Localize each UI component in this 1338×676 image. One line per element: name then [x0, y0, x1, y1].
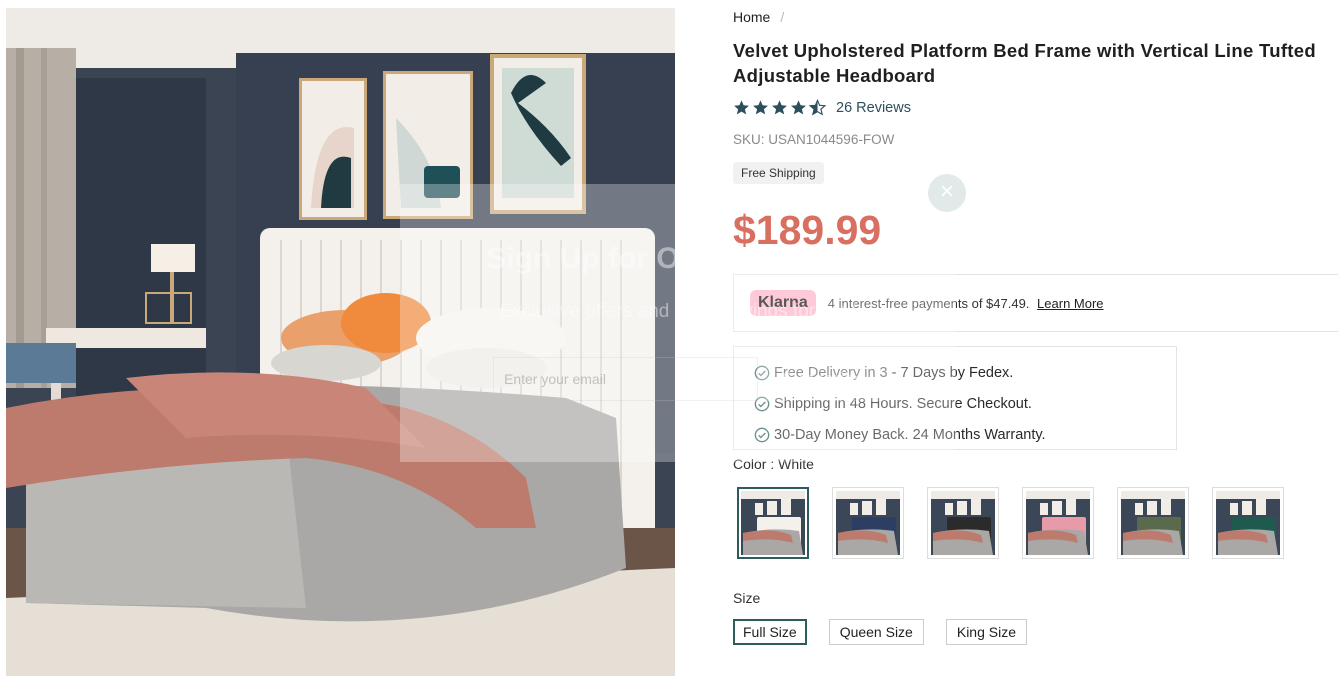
color-swatches	[737, 487, 1284, 559]
star-icon	[791, 100, 806, 115]
subscribe-button[interactable]: Subscribe	[758, 357, 888, 401]
star-half-icon	[809, 99, 826, 116]
swatch-thumbnail	[741, 491, 805, 555]
swatch-thumbnail	[1121, 491, 1185, 555]
product-title: Velvet Upholstered Platform Bed Frame wi…	[733, 40, 1316, 86]
color-swatch[interactable]	[927, 487, 999, 559]
rating[interactable]: 26 Reviews	[733, 99, 911, 116]
size-option-king[interactable]: King Size	[945, 619, 1028, 645]
color-swatch[interactable]	[832, 487, 904, 559]
breadcrumb-separator: /	[780, 9, 785, 25]
color-swatch[interactable]	[1117, 487, 1189, 559]
newsletter-popup: Sign Up for Our Newsletter Exclusive off…	[400, 174, 966, 462]
color-swatch[interactable]	[737, 487, 809, 559]
close-icon[interactable]: ×	[928, 174, 966, 212]
size-options: Full Size Queen Size King Size	[733, 619, 1028, 645]
color-swatch[interactable]	[1022, 487, 1094, 559]
star-icon	[734, 100, 749, 115]
star-icon	[772, 100, 787, 115]
swatch-thumbnail	[836, 491, 900, 555]
learn-more-link[interactable]: Learn More	[1037, 296, 1103, 311]
email-input[interactable]: Enter your email	[493, 357, 758, 401]
swatch-thumbnail	[931, 491, 995, 555]
color-swatch[interactable]	[1212, 487, 1284, 559]
popup-subtitle: Exclusive offers and great savings for y…	[499, 301, 857, 322]
star-icon	[753, 100, 768, 115]
size-label: Size	[733, 590, 761, 606]
breadcrumb: Home /	[733, 9, 784, 25]
swatch-thumbnail	[1026, 491, 1090, 555]
popup-title: Sign Up for Our Newsletter	[486, 242, 870, 275]
size-option-queen[interactable]: Queen Size	[828, 619, 924, 645]
swatch-thumbnail	[1216, 491, 1280, 555]
free-shipping-badge: Free Shipping	[733, 162, 824, 184]
size-option-full[interactable]: Full Size	[733, 619, 807, 645]
breadcrumb-home[interactable]: Home	[733, 9, 770, 25]
reviews-link[interactable]: 26 Reviews	[836, 100, 911, 116]
sku: SKU: USAN1044596-FOW	[733, 132, 895, 147]
